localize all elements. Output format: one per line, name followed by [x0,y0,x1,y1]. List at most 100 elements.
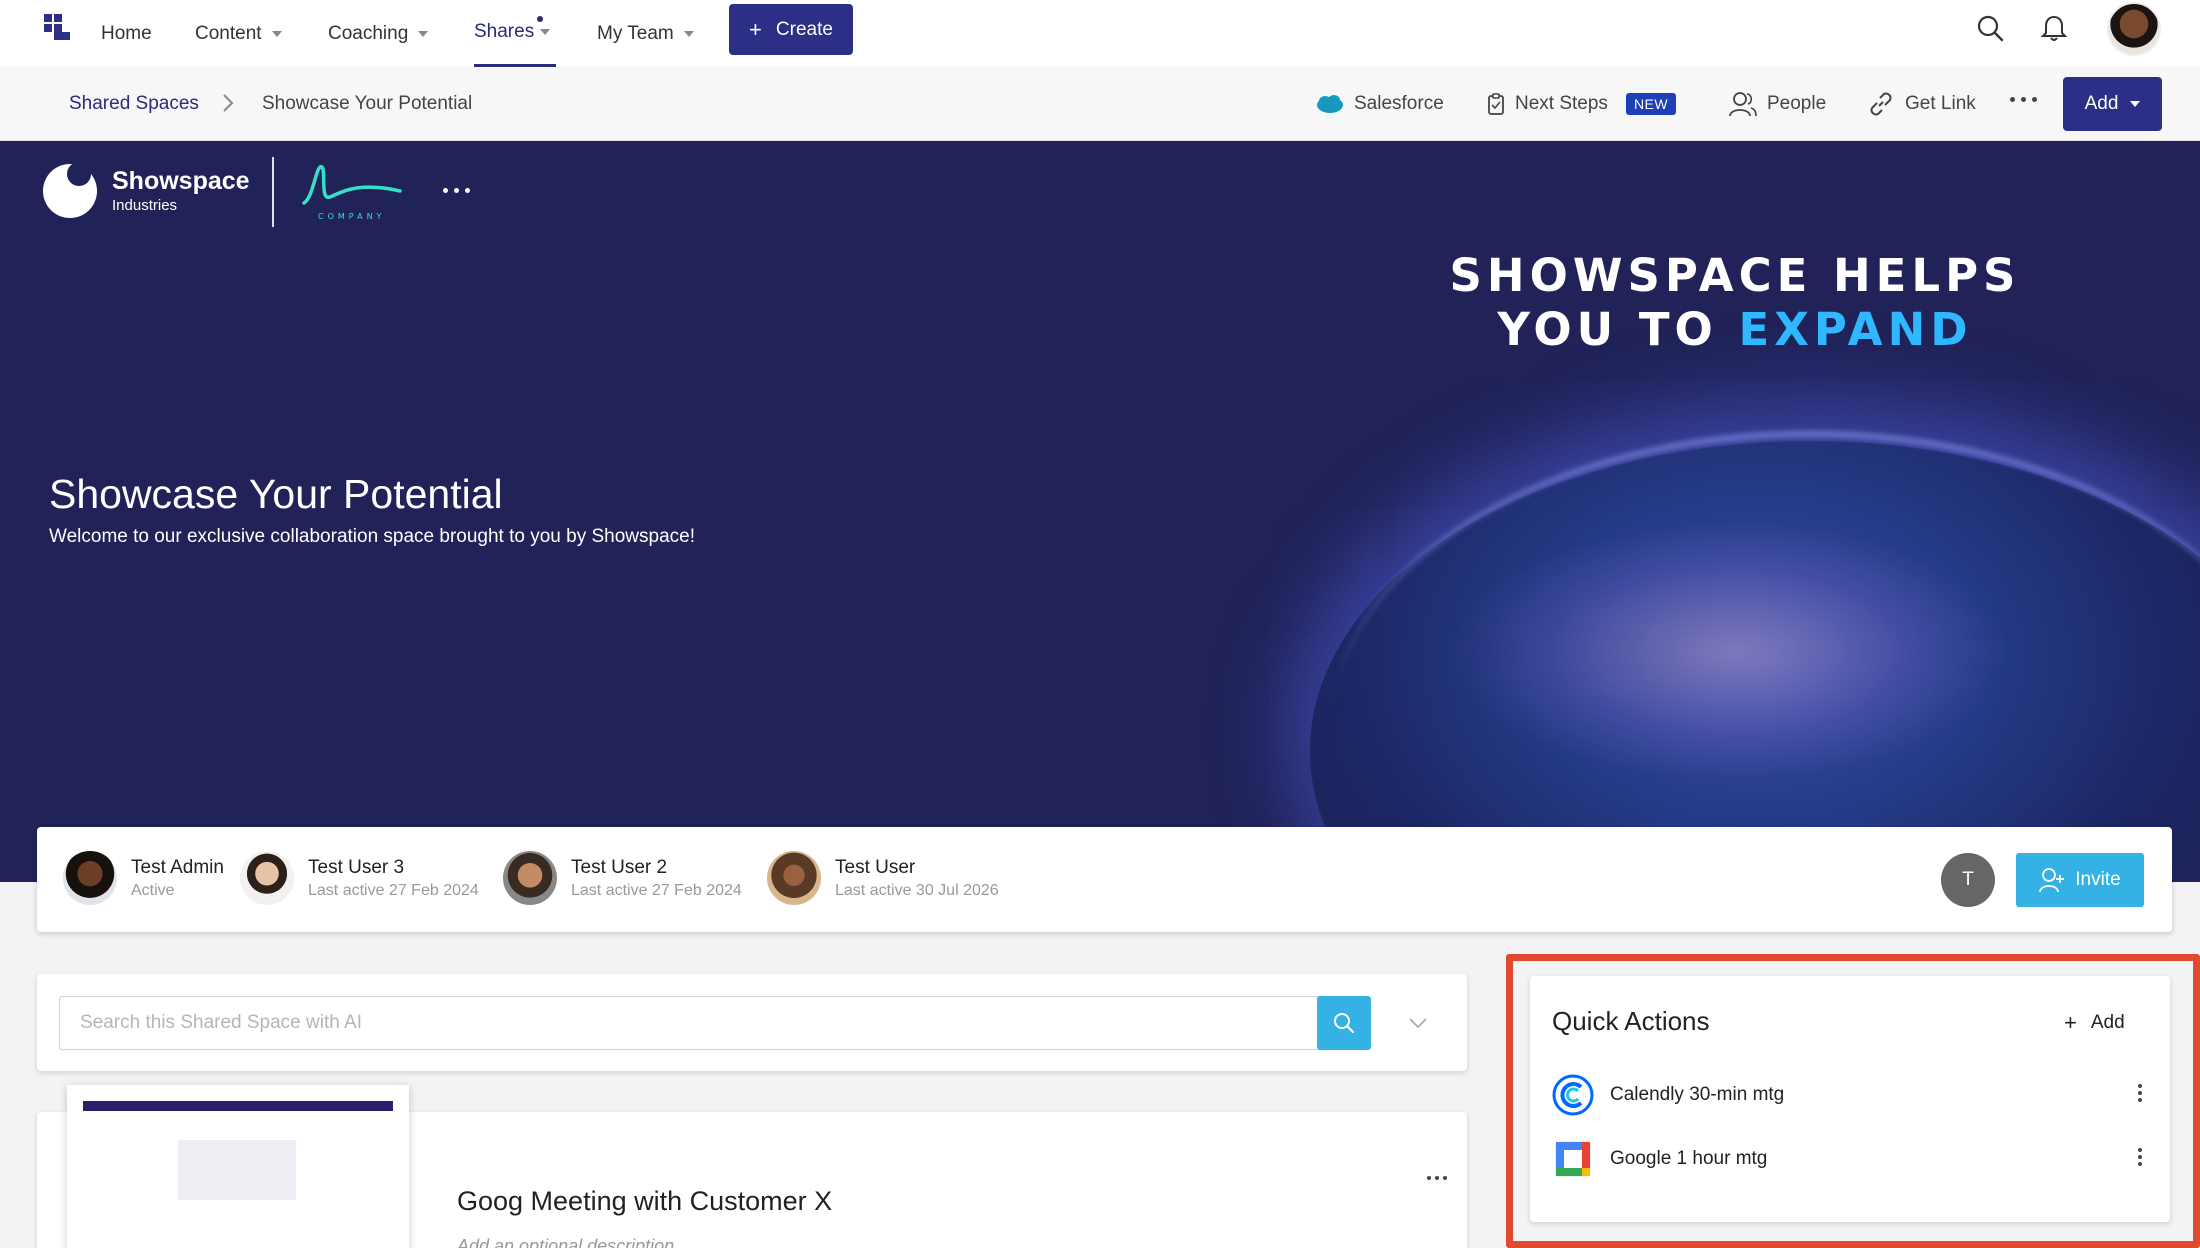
next-steps-button[interactable]: Next Steps NEW [1487,89,1677,119]
member-name: Test User 3 [308,856,405,878]
city-lights [1450,521,2010,781]
people-icon [1729,92,1757,117]
top-navigation: Home Content Coaching Shares My Team + C… [0,0,2200,67]
salesforce-button[interactable]: Salesforce [1316,89,1444,119]
search-card [37,974,1467,1071]
hero-banner: Showspace Industries COMPANY SHOWSPACE H… [0,141,2200,882]
nav-shares[interactable]: Shares [474,0,556,67]
member-info: Test Admin Active [131,857,224,900]
nav-my-team-label: My Team [597,22,674,44]
chevron-down-icon[interactable] [1407,1012,1429,1034]
plus-icon: + [2064,1010,2077,1035]
nav-home-label: Home [101,22,152,44]
nav-content[interactable]: Content [195,0,282,67]
link-icon [1870,92,1892,116]
more-options-icon[interactable] [2010,97,2037,102]
plus-icon: + [749,16,762,42]
quick-action-item[interactable]: Calendly 30-min mtg [1552,1072,2142,1118]
member-name: Test User 2 [571,856,668,878]
google-calendar-icon [1555,1141,1591,1177]
chevron-down-icon [683,30,694,37]
showspace-logo [43,162,97,218]
add-button[interactable]: Add [2063,77,2162,131]
kebab-menu-icon[interactable] [2138,1084,2142,1102]
brand-name: Showspace [112,167,250,195]
quick-action-label: Calendly 30-min mtg [1610,1084,1785,1105]
chevron-right-icon [223,94,234,112]
chevron-down-icon [418,30,429,37]
headline-line2-a: YOU TO [1497,303,1739,356]
member-item[interactable]: Test User Last active 30 Jul 2026 [767,850,999,906]
quick-actions-add-button[interactable]: + Add [2064,1010,2125,1036]
member-initial-avatar[interactable]: T [1941,853,1995,907]
member-info: Test User 2 Last active 27 Feb 2024 [571,857,742,900]
add-button-label: Add [2084,93,2119,114]
quick-actions-card: Quick Actions + Add Calendly 30-min mtg … [1530,976,2170,1222]
people-label: People [1767,93,1827,114]
member-status: Active [131,881,175,899]
content-thumbnail[interactable] [67,1085,409,1248]
avatar [767,851,821,905]
headline-expand: EXPAND [1738,303,1973,356]
nav-coaching-label: Coaching [328,22,409,44]
hero-headline: SHOWSPACE HELPS YOU TO EXPAND [1360,249,2110,357]
nav-my-team[interactable]: My Team [597,0,694,67]
chevron-down-icon [271,30,282,37]
search-input[interactable] [59,996,1345,1050]
company-logo: COMPANY [302,165,402,221]
create-button[interactable]: + Create [729,4,853,55]
content-more-icon[interactable] [1427,1176,1447,1180]
page-subtitle: Welcome to our exclusive collaboration s… [49,526,696,547]
member-info: Test User Last active 30 Jul 2026 [835,857,999,900]
quick-actions-add-label: Add [2090,1012,2125,1033]
chevron-down-icon [2130,101,2141,107]
clipboard-icon [1488,93,1504,115]
avatar [503,851,557,905]
calendly-icon [1552,1074,1594,1116]
member-info: Test User 3 Last active 27 Feb 2024 [308,857,479,900]
breadcrumb-shared-spaces[interactable]: Shared Spaces [69,93,199,115]
member-name: Test User [835,856,916,878]
bell-icon[interactable] [2036,10,2072,46]
member-status: Last active 27 Feb 2024 [571,881,742,899]
member-status: Last active 27 Feb 2024 [308,881,479,899]
notification-dot [537,16,543,22]
member-name: Test Admin [131,856,224,878]
members-card: Test Admin Active Test User 3 Last activ… [37,827,2172,932]
nav-coaching[interactable]: Coaching [328,0,429,67]
add-user-icon [2039,868,2065,893]
salesforce-label: Salesforce [1354,93,1444,114]
thumbnail-body [178,1140,296,1200]
thumbnail-header [83,1101,393,1111]
get-link-button[interactable]: Get Link [1867,89,1976,119]
headline-line2: YOU TO EXPAND [1360,303,2110,357]
nav-home[interactable]: Home [101,0,152,67]
avatar [63,851,117,905]
hero-more-icon[interactable] [443,188,470,193]
brand-subtitle: Industries [112,197,178,214]
invite-label: Invite [2075,869,2121,890]
content-card[interactable]: Goog Meeting with Customer X Add an opti… [37,1085,1467,1248]
kebab-menu-icon[interactable] [2138,1148,2142,1166]
breadcrumb-current: Showcase Your Potential [262,93,473,114]
create-button-label: Create [775,18,833,40]
brand-divider [272,157,274,227]
app-logo-icon[interactable] [44,14,70,40]
new-badge: NEW [1625,93,1677,115]
page-title: Showcase Your Potential [49,471,503,517]
user-avatar[interactable] [2107,2,2161,56]
content-title[interactable]: Goog Meeting with Customer X [457,1186,832,1217]
quick-action-item[interactable]: Google 1 hour mtg [1552,1136,2142,1182]
invite-button[interactable]: Invite [2016,853,2144,907]
quick-actions-title: Quick Actions [1552,1006,1710,1036]
breadcrumb-toolbar: Shared Spaces Showcase Your Potential Sa… [0,67,2200,141]
search-icon[interactable] [1972,10,2008,46]
search-button[interactable] [1317,996,1371,1050]
chevron-down-icon [540,29,551,35]
member-item[interactable]: Test User 2 Last active 27 Feb 2024 [503,850,742,906]
content-description[interactable]: Add an optional description [457,1236,674,1248]
people-button[interactable]: People [1729,89,1826,119]
member-item[interactable]: Test Admin Active [63,850,224,906]
quick-action-label: Google 1 hour mtg [1610,1148,1768,1169]
member-item[interactable]: Test User 3 Last active 27 Feb 2024 [240,850,479,906]
